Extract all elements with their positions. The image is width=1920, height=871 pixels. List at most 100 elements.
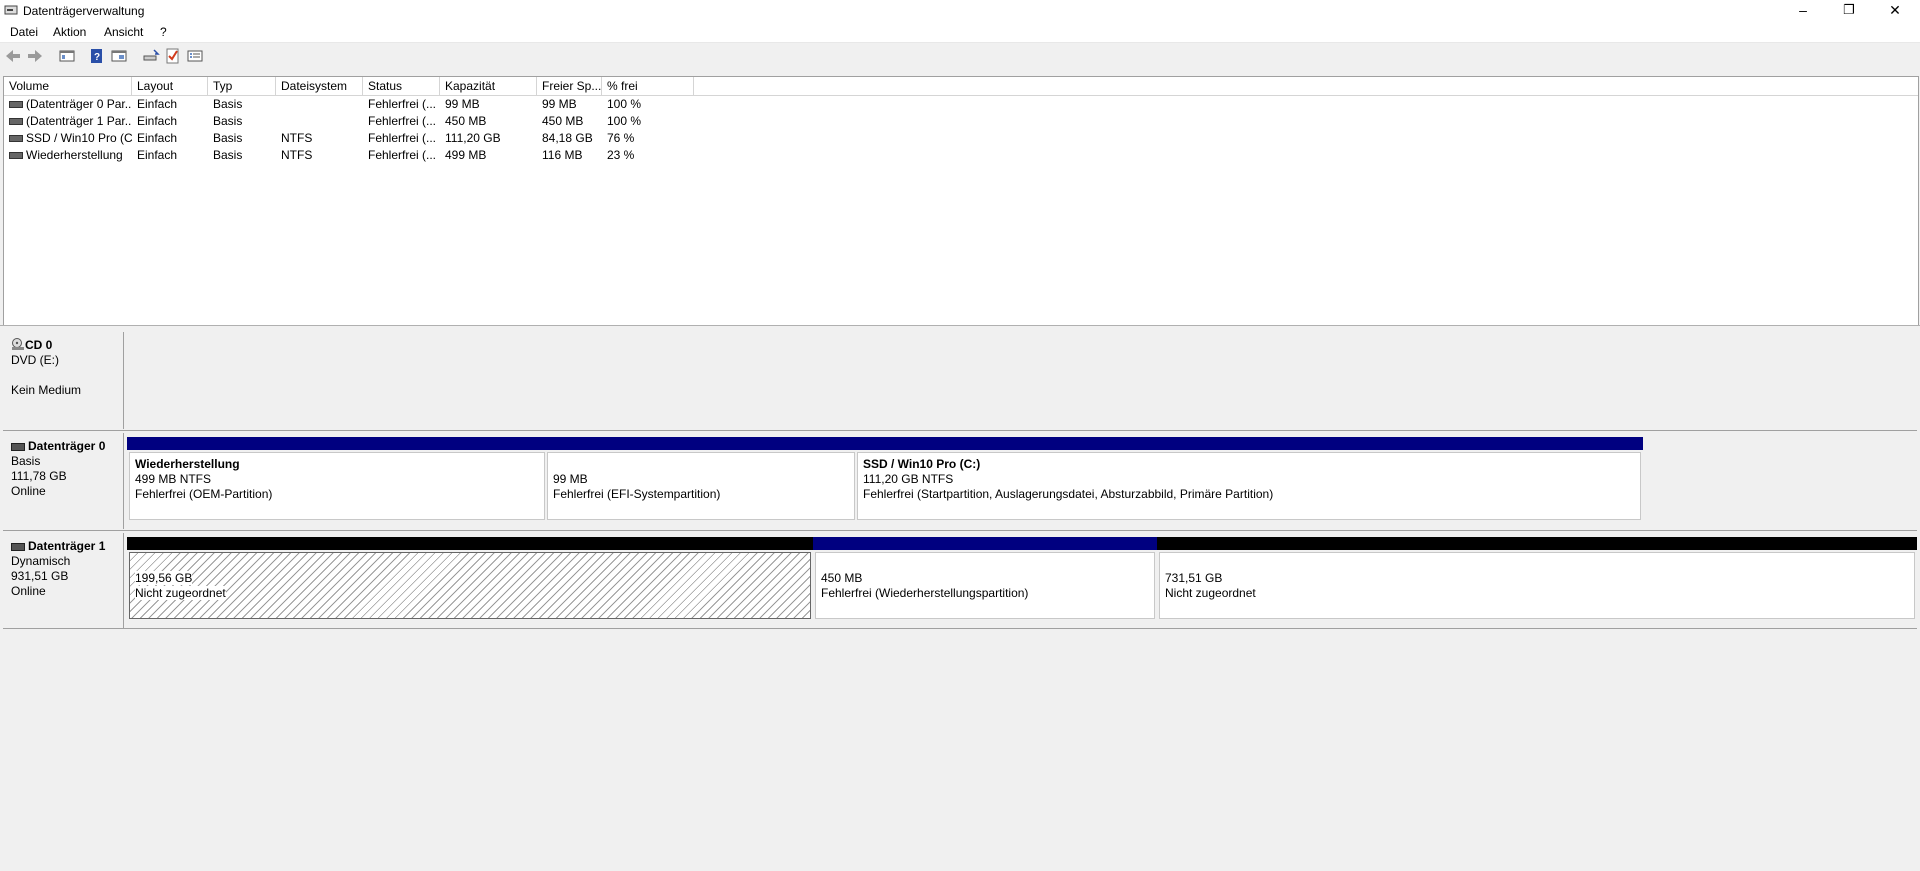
cell-layout: Einfach <box>137 114 178 128</box>
disk-label-disk1[interactable]: Datenträger 1 Dynamisch 931,51 GB Online <box>3 533 124 629</box>
row-divider <box>3 530 1917 531</box>
table-row[interactable]: SSD / Win10 Pro (C:) Einfach Basis NTFS … <box>4 130 1918 147</box>
partition-size: 99 MB <box>553 472 588 486</box>
restore-button[interactable]: ❐ <box>1826 0 1872 22</box>
column-typ[interactable]: Typ <box>208 77 276 95</box>
column-kapazitaet[interactable]: Kapazität <box>440 77 537 95</box>
cell-typ: Basis <box>213 97 243 111</box>
partition-efi[interactable]: 99 MB Fehlerfrei (EFI-Systempartition) <box>545 437 857 522</box>
partition-bar <box>855 437 1643 450</box>
partition-status: Nicht zugeordnet <box>135 586 226 600</box>
row-divider <box>3 628 1917 629</box>
cell-layout: Einfach <box>137 148 178 162</box>
partition-system-c[interactable]: SSD / Win10 Pro (C:) 111,20 GB NTFS Fehl… <box>855 437 1643 522</box>
partition-status: Fehlerfrei (Startpartition, Auslagerungs… <box>863 487 1274 501</box>
column-freier-speicher[interactable]: Freier Sp... <box>537 77 602 95</box>
table-row[interactable]: (Datenträger 1 Par... Einfach Basis Fehl… <box>4 113 1918 130</box>
svg-text:?: ? <box>94 52 100 63</box>
rescan-icon[interactable] <box>142 48 160 64</box>
close-button[interactable]: ✕ <box>1872 0 1918 22</box>
column-dateisystem[interactable]: Dateisystem <box>276 77 363 95</box>
partition-bar <box>545 437 857 450</box>
cell-volume: Wiederherstellung <box>26 148 123 162</box>
cd-drive-icon <box>12 338 24 350</box>
partition-size: 499 MB NTFS <box>135 472 212 486</box>
cell-prozent-frei: 76 % <box>607 131 635 145</box>
disk-management-icon <box>4 5 18 15</box>
forward-icon[interactable] <box>26 48 44 64</box>
partition-status: Fehlerfrei (OEM-Partition) <box>135 487 273 501</box>
back-icon[interactable] <box>4 48 22 64</box>
cell-dateisystem: NTFS <box>281 148 313 162</box>
cell-freier-speicher: 450 MB <box>542 114 584 128</box>
checklist-icon[interactable] <box>164 48 182 64</box>
partition-recovery[interactable]: 450 MB Fehlerfrei (Wiederherstellungspar… <box>813 537 1157 621</box>
partition-status: Fehlerfrei (EFI-Systempartition) <box>553 487 721 501</box>
cell-status: Fehlerfrei (... <box>368 148 437 162</box>
volume-icon <box>9 118 23 126</box>
partition-size: 199,56 GB <box>135 571 193 585</box>
disk-label-cd0[interactable]: CD 0 DVD (E:) Kein Medium <box>3 332 124 429</box>
cell-freier-speicher: 99 MB <box>542 97 577 111</box>
cell-layout: Einfach <box>137 131 178 145</box>
cell-status: Fehlerfrei (... <box>368 97 437 111</box>
menu-aktion[interactable]: Aktion <box>53 25 86 39</box>
list-view-icon[interactable] <box>186 48 204 64</box>
cell-kapazitaet: 499 MB <box>445 148 487 162</box>
partition-bar <box>1157 537 1917 550</box>
toolbar: ? <box>0 46 1920 68</box>
partition-status: Nicht zugeordnet <box>1165 586 1256 600</box>
disk1-type: Dynamisch <box>11 554 71 568</box>
window-title: Datenträgerverwaltung <box>23 4 145 18</box>
partition-title: Wiederherstellung <box>135 457 240 471</box>
menu-ansicht[interactable]: Ansicht <box>104 25 143 39</box>
cd0-type: DVD (E:) <box>11 353 59 367</box>
menu-bar: Datei Aktion Ansicht ? <box>0 22 1920 43</box>
cd0-status: Kein Medium <box>11 383 82 397</box>
cell-freier-speicher: 116 MB <box>542 148 583 162</box>
disk0-status: Online <box>11 484 46 498</box>
volume-list-header: Volume Layout Typ Dateisystem Status Kap… <box>4 77 1918 96</box>
cell-status: Fehlerfrei (... <box>368 114 437 128</box>
partition-unallocated-1[interactable]: 199,56 GB Nicht zugeordnet <box>127 537 813 621</box>
column-layout[interactable]: Layout <box>132 77 208 95</box>
menu-datei[interactable]: Datei <box>10 25 38 39</box>
column-status[interactable]: Status <box>363 77 440 95</box>
table-row[interactable]: Wiederherstellung Einfach Basis NTFS Feh… <box>4 147 1918 164</box>
disk1-size: 931,51 GB <box>11 569 69 583</box>
cell-volume: (Datenträger 0 Par... <box>26 97 132 111</box>
partition-status: Fehlerfrei (Wiederherstellungspartition) <box>821 586 1029 600</box>
properties-icon[interactable] <box>110 48 128 64</box>
cell-volume: SSD / Win10 Pro (C:) <box>26 131 132 145</box>
partition-oem[interactable]: Wiederherstellung 499 MB NTFS Fehlerfrei… <box>127 437 547 522</box>
column-prozent-frei[interactable]: % frei <box>602 77 694 95</box>
cell-typ: Basis <box>213 148 243 162</box>
menu-help[interactable]: ? <box>160 25 167 39</box>
cell-kapazitaet: 450 MB <box>445 114 487 128</box>
cell-prozent-frei: 100 % <box>607 114 642 128</box>
partition-size: 731,51 GB <box>1165 571 1223 585</box>
disk-map-pane: CD 0 DVD (E:) Kein Medium Datenträger 0 … <box>3 330 1917 871</box>
disk1-name: Datenträger 1 <box>28 539 106 553</box>
partition-size: 111,20 GB NTFS <box>863 472 954 486</box>
console-tree-icon[interactable] <box>58 48 76 64</box>
cell-typ: Basis <box>213 131 243 145</box>
partition-unallocated-2[interactable]: 731,51 GB Nicht zugeordnet <box>1157 537 1917 621</box>
title-bar: Datenträgerverwaltung – ❐ ✕ <box>0 0 1920 22</box>
column-volume[interactable]: Volume <box>4 77 132 95</box>
cell-kapazitaet: 99 MB <box>445 97 480 111</box>
hard-disk-icon <box>11 542 25 551</box>
help-icon[interactable]: ? <box>88 48 106 64</box>
cell-typ: Basis <box>213 114 243 128</box>
volume-icon <box>9 152 23 160</box>
minimize-button[interactable]: – <box>1780 0 1826 22</box>
cd0-name: CD 0 <box>25 338 53 352</box>
cell-kapazitaet: 111,20 GB <box>445 131 501 145</box>
partition-bar <box>813 537 1157 550</box>
volume-icon <box>9 135 23 143</box>
table-row[interactable]: (Datenträger 0 Par... Einfach Basis Fehl… <box>4 96 1918 113</box>
disk-label-disk0[interactable]: Datenträger 0 Basis 111,78 GB Online <box>3 433 124 529</box>
cell-prozent-frei: 100 % <box>607 97 642 111</box>
hard-disk-icon <box>11 442 25 451</box>
disk0-name: Datenträger 0 <box>28 439 106 453</box>
